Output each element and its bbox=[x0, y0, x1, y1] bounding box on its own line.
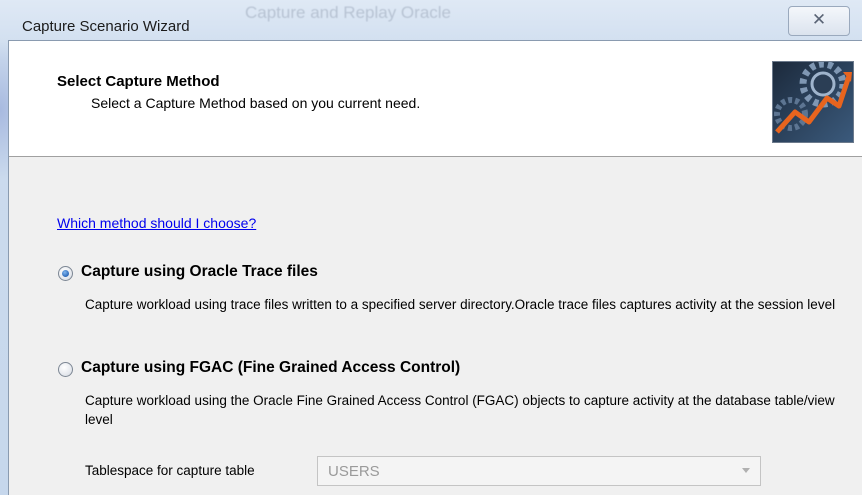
radio-trace-files[interactable] bbox=[58, 266, 73, 281]
page-title: Select Capture Method bbox=[57, 73, 220, 90]
close-button[interactable]: ✕ bbox=[788, 6, 850, 36]
radio-fgac[interactable] bbox=[58, 362, 73, 377]
page-subtitle: Select a Capture Method based on you cur… bbox=[91, 95, 421, 111]
window-title: Capture Scenario Wizard bbox=[22, 18, 190, 35]
option-trace-files-description: Capture workload using trace files writt… bbox=[85, 297, 836, 312]
option-fgac-label[interactable]: Capture using FGAC (Fine Grained Access … bbox=[81, 359, 460, 377]
help-link[interactable]: Which method should I choose? bbox=[57, 215, 256, 231]
title-bar[interactable]: Capture Scenario Wizard ✕ bbox=[0, 0, 862, 40]
wizard-header: Select Capture Method Select a Capture M… bbox=[9, 41, 862, 157]
chevron-down-icon bbox=[742, 468, 750, 473]
close-icon: ✕ bbox=[811, 10, 827, 29]
wizard-window: Capture and Replay Oracle Capture Scenar… bbox=[0, 0, 862, 495]
tablespace-label: Tablespace for capture table bbox=[85, 463, 255, 478]
tablespace-select[interactable]: USERS bbox=[317, 456, 761, 486]
wizard-body: Which method should I choose? Capture us… bbox=[9, 157, 862, 495]
gear-chart-icon bbox=[772, 60, 854, 143]
option-trace-files-label[interactable]: Capture using Oracle Trace files bbox=[81, 263, 318, 281]
tablespace-value: USERS bbox=[328, 463, 380, 480]
wizard-content: Select Capture Method Select a Capture M… bbox=[8, 40, 862, 495]
option-fgac-description: Capture workload using the Oracle Fine G… bbox=[85, 393, 835, 427]
